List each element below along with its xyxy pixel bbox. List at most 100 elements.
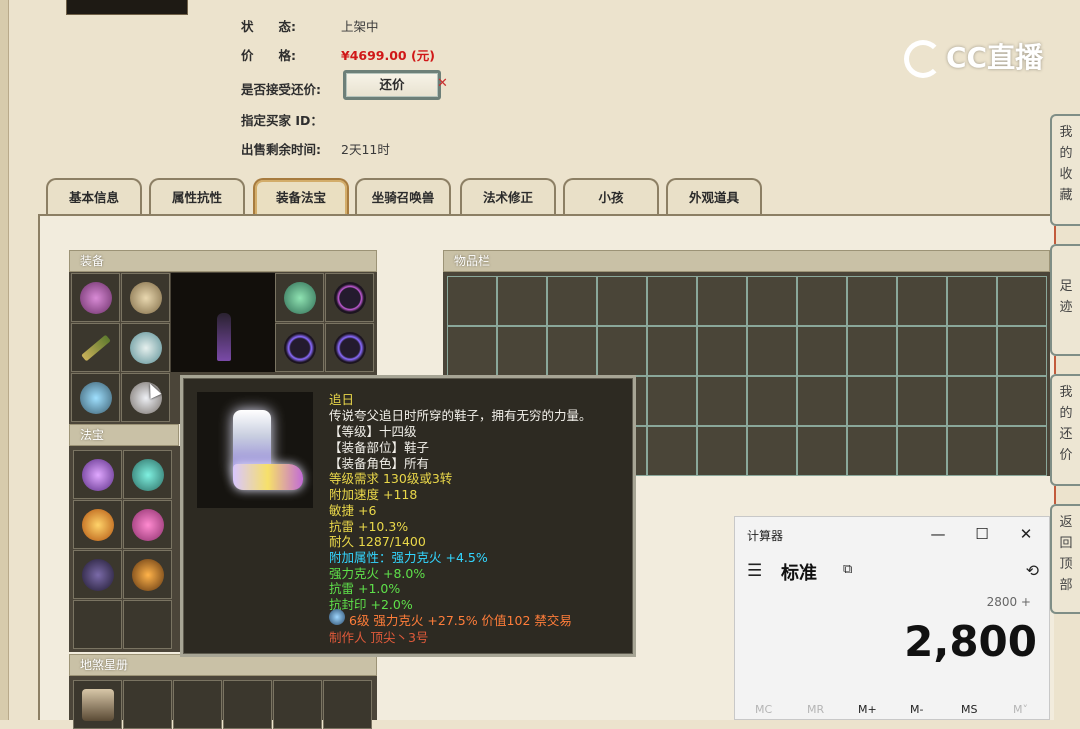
character-portrait (171, 273, 275, 372)
fabao-slot[interactable] (123, 450, 172, 499)
memory-add-button[interactable]: M+ (858, 703, 877, 716)
inventory-slot[interactable] (947, 426, 997, 476)
equip-slot[interactable] (275, 273, 324, 322)
tab-appearance[interactable]: 外观道具 (666, 178, 762, 216)
side-tab-my-bargain[interactable]: 我的还价 (1050, 374, 1080, 486)
necklace-icon (80, 382, 112, 414)
memory-recall-button[interactable]: MR (807, 703, 824, 716)
fabao-slot[interactable] (123, 550, 172, 599)
inventory-slot[interactable] (997, 426, 1047, 476)
price-value: ¥4699.00 (元) (341, 48, 435, 63)
inventory-slot[interactable] (997, 276, 1047, 326)
close-icon: ✕ (437, 76, 448, 91)
fabao-grid (69, 446, 181, 652)
inventory-slot[interactable] (797, 376, 847, 426)
history-icon[interactable]: ⟲ (1026, 561, 1039, 580)
inventory-slot[interactable] (547, 326, 597, 376)
tooltip-maker: 制作人 顶尖丶3号 (329, 630, 429, 645)
inventory-slot[interactable] (747, 326, 797, 376)
tab-basic-info[interactable]: 基本信息 (46, 178, 142, 216)
side-tab-footprint[interactable]: 足迹 (1050, 244, 1080, 356)
maximize-icon[interactable]: ☐ (967, 523, 997, 545)
tab-equipment[interactable]: 装备法宝 (253, 178, 349, 216)
equip-slot[interactable] (121, 323, 170, 372)
equip-slot[interactable] (71, 323, 120, 372)
inventory-slot[interactable] (547, 276, 597, 326)
close-icon[interactable]: ✕ (1011, 523, 1041, 545)
calculator-mode: 标准 (781, 563, 817, 584)
inventory-slot[interactable] (947, 326, 997, 376)
inventory-slot[interactable] (747, 276, 797, 326)
inventory-slot[interactable] (697, 376, 747, 426)
side-tab-label: 我的收藏 (1059, 125, 1073, 203)
memory-clear-button[interactable]: MC (755, 703, 772, 716)
inventory-slot[interactable] (597, 326, 647, 376)
inventory-slot[interactable] (847, 426, 897, 476)
equip-slot[interactable] (71, 273, 120, 322)
equip-slot[interactable] (325, 273, 374, 322)
inventory-slot[interactable] (647, 376, 697, 426)
tab-mount-summon[interactable]: 坐骑召唤兽 (355, 178, 451, 216)
remaining-time-value: 2天11时 (341, 142, 390, 157)
fabao-slot[interactable] (73, 500, 122, 549)
inventory-slot[interactable] (797, 276, 847, 326)
fabao-slot[interactable] (73, 600, 122, 649)
inventory-slot[interactable] (697, 276, 747, 326)
inventory-slot[interactable] (647, 426, 697, 476)
equip-slot[interactable] (275, 323, 324, 372)
fabao-slot[interactable] (123, 500, 172, 549)
inventory-slot[interactable] (447, 276, 497, 326)
inventory-slot[interactable] (997, 326, 1047, 376)
inventory-slot[interactable] (947, 276, 997, 326)
memory-list-button[interactable]: M˅ (1013, 703, 1028, 716)
fabao-slot[interactable] (73, 550, 122, 599)
dishaxing-slot[interactable] (323, 680, 372, 729)
inventory-slot[interactable] (597, 276, 647, 326)
tab-attribute-resist[interactable]: 属性抗性 (149, 178, 245, 216)
dishaxing-slot[interactable] (73, 680, 122, 729)
remaining-time-label: 出售剩余时间: (241, 142, 321, 157)
fabao-slot[interactable] (73, 450, 122, 499)
inventory-slot[interactable] (947, 376, 997, 426)
equip-slot[interactable] (325, 323, 374, 372)
dishaxing-slot[interactable] (123, 680, 172, 729)
inventory-slot[interactable] (897, 426, 947, 476)
equip-slot[interactable] (71, 373, 120, 422)
inventory-slot[interactable] (847, 326, 897, 376)
inventory-slot[interactable] (847, 376, 897, 426)
inventory-slot[interactable] (647, 276, 697, 326)
keep-on-top-icon[interactable]: ⧉ (843, 562, 852, 577)
inventory-slot[interactable] (747, 376, 797, 426)
side-tab-favorites[interactable]: 我的收藏 (1050, 114, 1080, 226)
memory-store-button[interactable]: MS (961, 703, 977, 716)
inventory-slot[interactable] (697, 326, 747, 376)
inventory-slot[interactable] (447, 326, 497, 376)
side-tab-back-to-top[interactable]: 返回顶部 (1050, 504, 1080, 614)
tab-spell-correction[interactable]: 法术修正 (460, 178, 556, 216)
minimize-icon[interactable]: — (923, 523, 953, 545)
equip-slot[interactable] (121, 373, 170, 422)
item-thumbnail[interactable] (66, 0, 188, 15)
inventory-slot[interactable] (797, 426, 847, 476)
memory-subtract-button[interactable]: M- (910, 703, 923, 716)
inventory-slot[interactable] (797, 326, 847, 376)
hamburger-menu-icon[interactable]: ☰ (747, 561, 762, 581)
equip-slot[interactable] (121, 273, 170, 322)
inventory-slot[interactable] (497, 276, 547, 326)
inventory-slot[interactable] (847, 276, 897, 326)
inventory-slot[interactable] (997, 376, 1047, 426)
inventory-slot[interactable] (697, 426, 747, 476)
dishaxing-slot[interactable] (273, 680, 322, 729)
tab-child[interactable]: 小孩 (563, 178, 659, 216)
dishaxing-slot[interactable] (173, 680, 222, 729)
inventory-slot[interactable] (897, 276, 947, 326)
inventory-slot[interactable] (747, 426, 797, 476)
dishaxing-slot[interactable] (223, 680, 272, 729)
dishaxing-section-header: 地煞星册 (69, 654, 377, 676)
inventory-slot[interactable] (497, 326, 547, 376)
fabao-slot[interactable] (123, 600, 172, 649)
inventory-slot[interactable] (647, 326, 697, 376)
bargain-button[interactable]: 还价 (343, 70, 441, 100)
inventory-slot[interactable] (897, 376, 947, 426)
inventory-slot[interactable] (897, 326, 947, 376)
